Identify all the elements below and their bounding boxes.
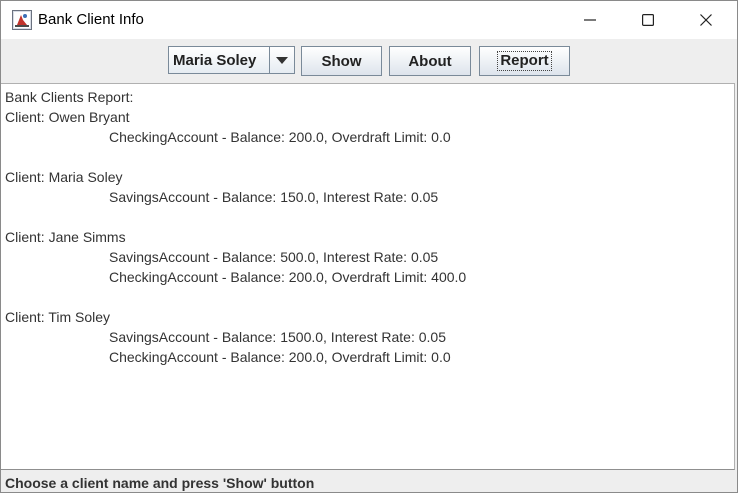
client-label: Client: Jane Simms — [5, 229, 126, 245]
client-label: Client: Maria Soley — [5, 169, 123, 185]
maximize-button[interactable] — [619, 1, 677, 39]
account-line: SavingsAccount - Balance: 150.0, Interes… — [109, 189, 439, 205]
report-button[interactable]: Report — [479, 46, 570, 76]
maximize-icon — [642, 14, 654, 26]
report-text-area[interactable]: Bank Clients Report: Client: Owen Bryant… — [1, 83, 735, 470]
client-select[interactable]: Maria Soley — [168, 46, 295, 74]
account-line: CheckingAccount - Balance: 200.0, Overdr… — [109, 269, 467, 285]
close-button[interactable] — [677, 1, 735, 39]
java-app-icon[interactable] — [12, 10, 32, 30]
report-heading: Bank Clients Report: — [5, 89, 134, 105]
app-window: Bank Client Info Maria Soley Show About … — [0, 0, 738, 493]
about-button[interactable]: About — [389, 46, 471, 76]
toolbar: Maria Soley Show About Report — [1, 39, 737, 83]
client-select-arrow[interactable] — [269, 47, 294, 73]
close-icon — [700, 14, 712, 26]
account-line: SavingsAccount - Balance: 500.0, Interes… — [109, 249, 439, 265]
chevron-down-icon — [276, 56, 288, 64]
account-line: CheckingAccount - Balance: 200.0, Overdr… — [109, 349, 451, 365]
title-bar[interactable]: Bank Client Info — [1, 1, 737, 39]
minimize-button[interactable] — [561, 1, 619, 39]
account-line: CheckingAccount - Balance: 200.0, Overdr… — [109, 129, 451, 145]
minimize-icon — [584, 19, 596, 21]
client-label: Client: Tim Soley — [5, 309, 111, 325]
client-label: Client: Owen Bryant — [5, 109, 130, 125]
status-text: Choose a client name and press 'Show' bu… — [5, 475, 315, 491]
window-title: Bank Client Info — [38, 11, 144, 28]
account-line: SavingsAccount - Balance: 1500.0, Intere… — [109, 329, 446, 345]
client-select-value: Maria Soley — [173, 52, 257, 69]
status-bar: Choose a client name and press 'Show' bu… — [1, 472, 737, 492]
report-button-label: Report — [497, 51, 552, 71]
show-button[interactable]: Show — [301, 46, 382, 76]
